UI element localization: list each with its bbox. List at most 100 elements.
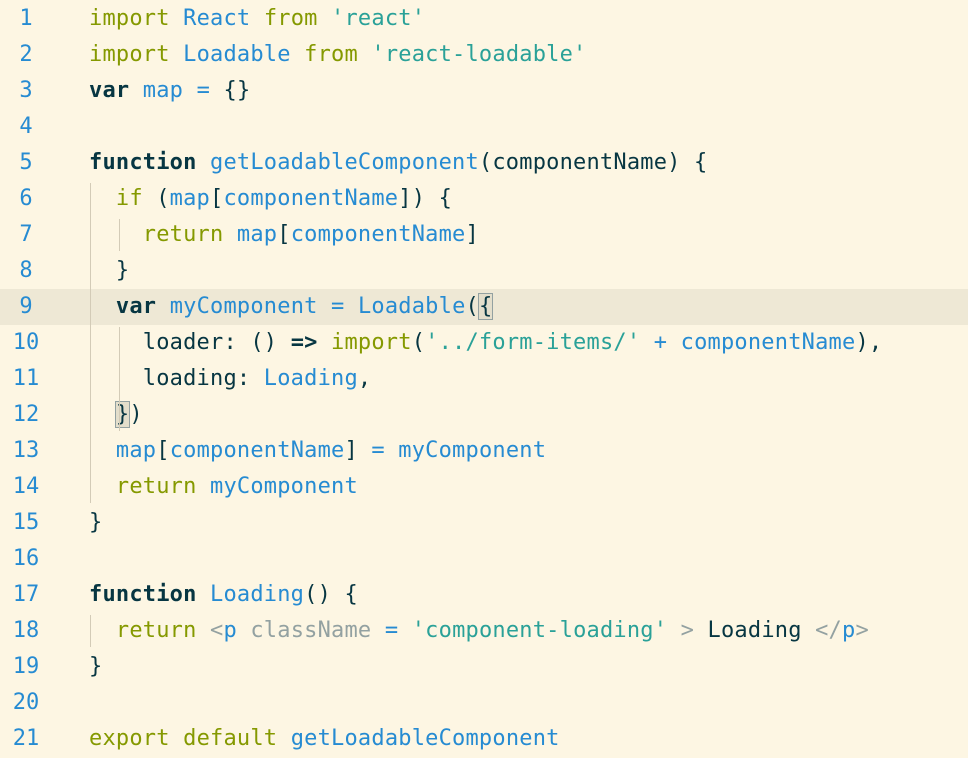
code-token: ] (465, 222, 479, 247)
code-token: {} (223, 78, 251, 103)
code-token: componentName (223, 186, 399, 211)
code-token: getLoadableComponent (210, 150, 479, 175)
code-line[interactable]: 7 return map[componentName] (0, 217, 968, 253)
code-editor[interactable]: 1 import React from 'react' 2 import Loadab… (0, 0, 968, 758)
code-line[interactable]: 17 function Loading() { (0, 577, 968, 613)
code-line[interactable]: 21 export default getLoadableComponent (0, 721, 968, 757)
code-line[interactable]: 12 }) (0, 397, 968, 433)
line-number: 20 (12, 690, 40, 715)
code-token: function (89, 582, 197, 607)
code-token: React (183, 6, 251, 31)
code-token: default (183, 726, 278, 751)
code-token: import (89, 6, 170, 31)
line-code: } (89, 255, 129, 287)
line-number: 18 (12, 618, 40, 643)
line-number: 16 (12, 546, 40, 571)
code-line[interactable]: 15} (0, 505, 968, 541)
line-number: 9 (19, 294, 33, 319)
code-token: Loadable (183, 42, 291, 67)
line-number: 8 (19, 258, 33, 283)
line-number: 21 (12, 726, 40, 751)
code-line[interactable]: 6 if (map[componentName]) { (0, 181, 968, 217)
code-token: < (210, 618, 224, 643)
code-line[interactable]: 11 loading: Loading, (0, 361, 968, 397)
line-number: 14 (12, 474, 40, 499)
line-number: 6 (19, 186, 33, 211)
code-token: = (331, 294, 345, 319)
line-number: 1 (19, 6, 33, 31)
line-number: 13 (12, 438, 40, 463)
line-code: export default getLoadableComponent (89, 723, 560, 755)
code-token: return (115, 474, 197, 499)
line-number: 12 (12, 402, 40, 427)
code-token: return (115, 618, 197, 643)
code-token: import (331, 330, 412, 355)
line-code: } (89, 651, 102, 683)
code-token: (componentName) { (478, 150, 708, 175)
line-code: } (89, 507, 102, 539)
code-line[interactable]: 18 return < p className = 'component-load… (0, 613, 968, 649)
code-token: > (667, 618, 708, 643)
line-code: function getLoadableComponent(componentN… (89, 147, 708, 179)
code-token: () { (304, 582, 358, 607)
code-line[interactable]: 19} (0, 649, 968, 685)
code-token: ]) { (398, 186, 453, 211)
code-token: Loading (707, 618, 816, 643)
code-token: return (142, 222, 224, 247)
line-number: 4 (19, 114, 33, 139)
code-token: ( (465, 294, 479, 319)
code-token: from (304, 42, 358, 67)
code-line[interactable]: 20 (0, 685, 968, 721)
code-line[interactable]: 3 var map = {} (0, 73, 968, 109)
code-token: Loading (210, 582, 305, 607)
code-token: ) (129, 402, 143, 427)
code-token: </ (815, 618, 842, 643)
code-token: 'react-loadable' (371, 42, 587, 67)
code-token: p (842, 618, 856, 643)
code-token: from (263, 6, 318, 31)
code-token: = (371, 438, 385, 463)
code-line[interactable]: 16 (0, 541, 968, 577)
code-token: export (89, 726, 170, 751)
code-line[interactable]: 8 } (0, 253, 968, 289)
code-line[interactable]: 2 import Loadable from 'react-loadable' (0, 37, 968, 73)
line-code: var map = {} (89, 75, 250, 107)
code-token: Loadable (357, 294, 466, 319)
code-line[interactable]: 13 map[componentName] = myComponent (0, 433, 968, 469)
code-token: = (384, 618, 399, 643)
line-code: import React from 'react' (89, 3, 425, 35)
line-number: 7 (19, 222, 33, 247)
code-line[interactable]: 10 loader: () => import('../form-items/'… (0, 325, 968, 361)
code-line[interactable]: 9 var myComponent = Loadable({ (0, 289, 968, 325)
code-line[interactable]: 5 function getLoadableComponent(component… (0, 145, 968, 181)
matched-bracket: { (477, 293, 494, 320)
code-token: map (142, 78, 184, 103)
code-token: 'component-loading' (411, 618, 668, 643)
code-line[interactable]: 4 (0, 109, 968, 145)
code-token: myComponent (398, 438, 547, 463)
line-code: if (map[componentName]) { (89, 183, 452, 215)
code-token: myComponent (210, 474, 358, 499)
code-token: componentName (680, 330, 856, 355)
code-line[interactable]: 14 return myComponent (0, 469, 968, 505)
code-token: map (236, 222, 278, 247)
line-code: var myComponent = Loadable({ (89, 291, 494, 323)
code-token: } (89, 654, 103, 679)
code-line[interactable]: 1 import React from 'react' (0, 1, 968, 37)
code-token: className (236, 618, 385, 643)
line-code: loading: Loading, (89, 363, 371, 395)
code-token: import (89, 42, 170, 67)
